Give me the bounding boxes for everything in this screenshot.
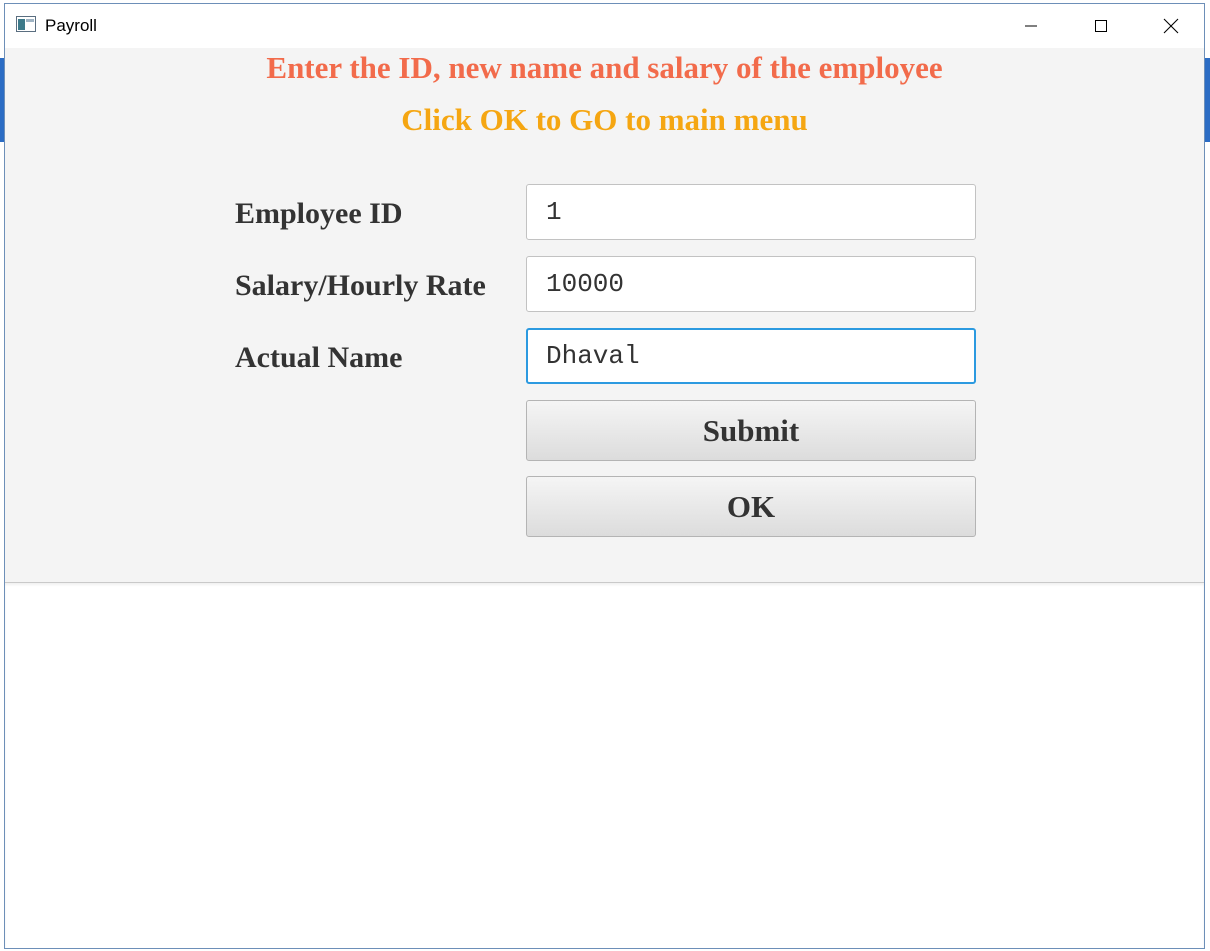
submit-button[interactable]: Submit <box>526 400 976 461</box>
ok-button[interactable]: OK <box>526 476 976 537</box>
employee-id-label: Employee ID <box>235 197 403 230</box>
maximize-icon <box>1095 20 1107 32</box>
employee-id-input[interactable] <box>526 184 976 240</box>
salary-input[interactable] <box>526 256 976 312</box>
title-bar[interactable]: Payroll <box>5 4 1204 48</box>
window-title: Payroll <box>45 16 97 35</box>
minimize-icon <box>1025 25 1037 27</box>
ok-instruction-heading: Click OK to GO to main menu <box>401 102 808 137</box>
output-area <box>5 582 1204 948</box>
maximize-button[interactable] <box>1066 4 1136 48</box>
actual-name-label: Actual Name <box>235 341 403 374</box>
form-panel: Enter the ID, new name and salary of the… <box>5 48 1204 582</box>
app-window-icon <box>16 16 36 32</box>
actual-name-input[interactable] <box>526 328 976 384</box>
close-icon <box>1163 18 1179 34</box>
minimize-button[interactable] <box>996 4 1066 48</box>
instruction-heading: Enter the ID, new name and salary of the… <box>266 50 943 85</box>
payroll-window: Payroll Enter the ID, new name and salar… <box>4 3 1205 949</box>
salary-label: Salary/Hourly Rate <box>235 269 486 302</box>
close-button[interactable] <box>1136 4 1204 48</box>
